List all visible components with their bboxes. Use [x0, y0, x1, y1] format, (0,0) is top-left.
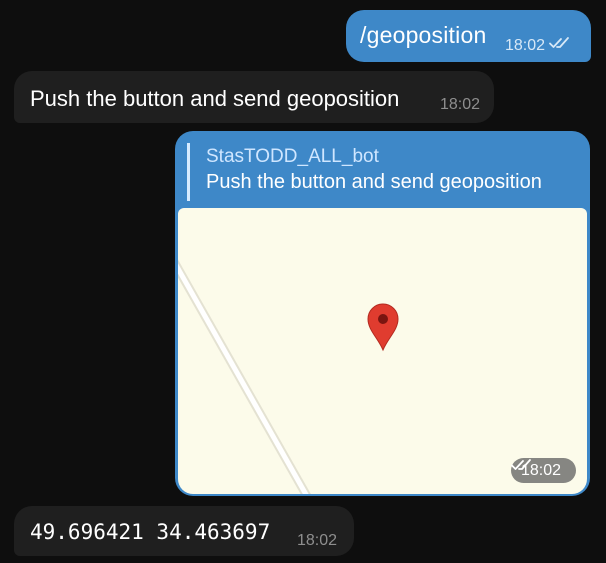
message-time: 18:02: [440, 96, 481, 113]
message-text: 49.696421 34.463697: [30, 520, 271, 544]
message-text: Push the button and send geoposition: [30, 86, 400, 111]
incoming-message-coordinates[interactable]: 49.696421 34.463697 18:02: [14, 506, 354, 556]
message-time: 18:02: [297, 532, 338, 549]
outgoing-message-location[interactable]: StasTODD_ALL_bot Push the button and sen…: [175, 131, 590, 496]
incoming-message-bot-reply[interactable]: Push the button and send geoposition 18:…: [14, 71, 494, 123]
chat-history: /geoposition 18:02 Push the button and s…: [0, 0, 606, 563]
reply-author: StasTODD_ALL_bot: [206, 146, 379, 167]
reply-text: Push the button and send geoposition: [206, 171, 542, 193]
reply-quote[interactable]: StasTODD_ALL_bot Push the button and sen…: [187, 143, 567, 201]
double-check-icon: [549, 36, 571, 55]
map-pin-icon: [367, 303, 399, 352]
outgoing-message-command[interactable]: /geoposition 18:02: [346, 10, 591, 62]
message-text: /geoposition: [360, 22, 487, 48]
location-map[interactable]: 18:02: [178, 208, 587, 494]
message-time: 18:02: [505, 36, 546, 54]
message-meta: 18:02: [505, 36, 571, 55]
message-meta: 18:02: [510, 458, 576, 483]
